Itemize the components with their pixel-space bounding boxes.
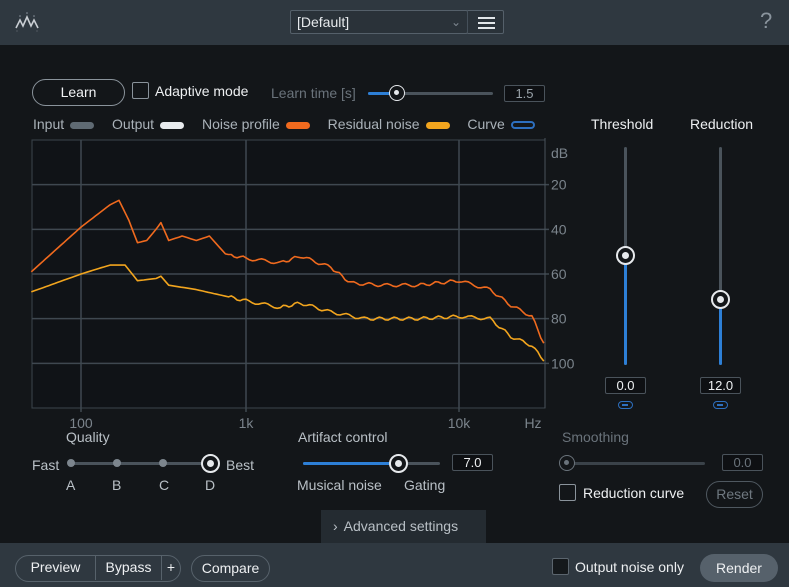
preview-button[interactable]: Preview [16,556,95,580]
threshold-link-icon[interactable] [618,401,633,409]
quality-option-a: A [66,477,76,493]
chevron-right-icon: › [333,518,338,534]
smoothing-slider[interactable] [567,462,705,465]
quality-step-c[interactable] [159,459,167,467]
quality-slider[interactable] [70,462,210,465]
y-tick-label: 60 [551,266,567,282]
threshold-value[interactable]: 0.0 [605,377,646,394]
spectrum-chart[interactable]: 20406080100dB100 1k 10k Hz [0,0,789,440]
quality-step-a[interactable] [67,459,75,467]
artifact-control-value[interactable]: 7.0 [452,454,493,471]
add-bypass-button[interactable]: + [162,556,180,580]
reduction-curve-label: Reduction curve [583,485,685,501]
quality-option-b: B [112,477,122,493]
x-tick-label: 10k [448,415,472,431]
quality-label: Quality [66,429,110,445]
quality-option-c: C [159,477,170,493]
y-tick-label: 100 [551,355,575,371]
quality-handle[interactable] [201,454,220,473]
artifact-control-fill [303,462,399,465]
compare-button[interactable]: Compare [191,555,270,582]
threshold-handle[interactable] [616,246,635,265]
output-noise-only-label: Output noise only [575,559,684,575]
smoothing-handle[interactable] [559,455,575,471]
gating-label: Gating [404,477,446,493]
smoothing-value[interactable]: 0.0 [722,454,763,471]
y-axis-label: dB [551,145,568,161]
x-axis-label: Hz [524,415,541,431]
preview-bypass-group: Preview Bypass + [15,555,181,582]
y-tick-label: 40 [551,221,567,237]
quality-option-d: D [205,477,216,493]
advanced-settings-label: Advanced settings [343,518,459,534]
reduction-fill [719,299,722,365]
quality-step-b[interactable] [113,459,121,467]
quality-best-label: Best [226,457,255,473]
smoothing-label: Smoothing [562,429,629,445]
quality-fast-label: Fast [32,457,60,473]
reset-button[interactable]: Reset [706,481,763,508]
output-noise-only-checkbox[interactable] [552,558,569,575]
reduction-curve-checkbox[interactable] [559,484,576,501]
reduction-link-icon[interactable] [713,401,728,409]
musical-noise-label: Musical noise [297,477,382,493]
x-tick-label: 1k [239,415,255,431]
y-tick-label: 80 [551,311,567,327]
threshold-label: Threshold [591,116,654,132]
reduction-handle[interactable] [711,289,730,309]
render-button[interactable]: Render [700,554,778,582]
advanced-settings-toggle[interactable]: › Advanced settings [321,510,486,543]
artifact-control-handle[interactable] [388,454,408,473]
y-tick-label: 20 [551,177,567,193]
bypass-button[interactable]: Bypass [96,556,161,580]
threshold-fill [624,256,627,365]
artifact-control-label: Artifact control [298,429,388,445]
reduction-label: Reduction [690,116,754,132]
reduction-value[interactable]: 12.0 [700,377,741,394]
